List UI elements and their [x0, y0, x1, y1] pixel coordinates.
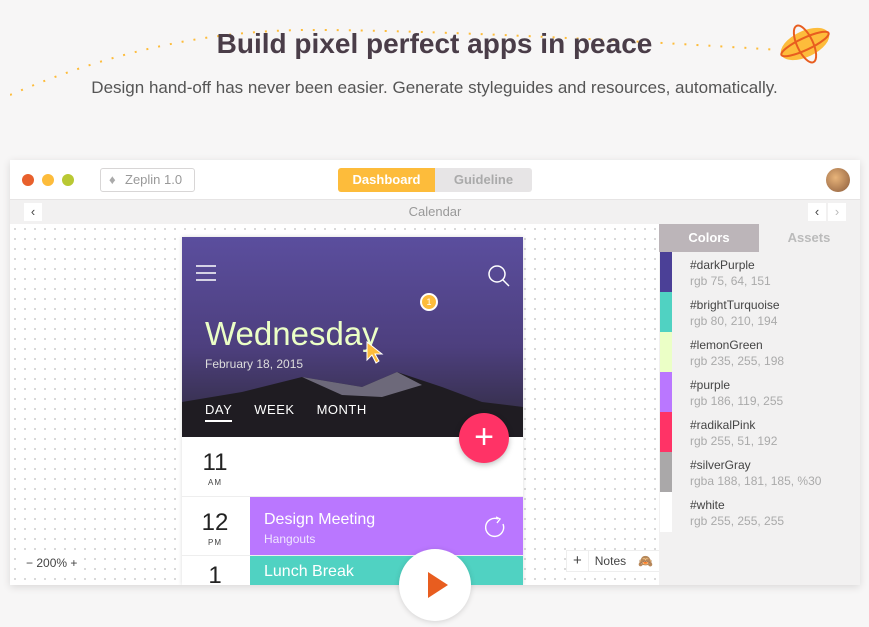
canvas[interactable]: 1 Wednesday February 18, 2015 DAY WEEK M… [10, 224, 661, 585]
menu-icon[interactable] [196, 265, 216, 281]
ampm-label: PM [208, 538, 222, 547]
color-item[interactable]: #darkPurple rgb 75, 64, 151 [659, 252, 860, 292]
search-icon[interactable] [488, 265, 510, 287]
color-swatch [660, 372, 672, 412]
hour-label: 12 [201, 509, 229, 536]
hour-label: 1 [208, 562, 222, 585]
nav-month[interactable]: MONTH [317, 402, 367, 422]
color-item[interactable]: #lemonGreen rgb 235, 255, 198 [659, 332, 860, 372]
color-list: #darkPurple rgb 75, 64, 151 #brightTurquoi… [659, 252, 860, 532]
next-screen-button[interactable]: › [828, 203, 846, 221]
color-name: #radikalPink [690, 418, 756, 432]
color-value: rgb 255, 255, 255 [690, 514, 785, 528]
event-subtitle: Hangouts [264, 532, 316, 546]
day-title: Wednesday [205, 315, 379, 352]
event-lunch-break[interactable]: Lunch Break [250, 556, 523, 585]
app-window: ♦ Zeplin 1.0 Dashboard Guideline Calendar… [10, 160, 860, 585]
add-event-button[interactable]: + [459, 413, 509, 463]
calendar-header: 1 Wednesday February 18, 2015 DAY WEEK M… [182, 237, 523, 437]
color-value: rgb 186, 119, 255 [690, 394, 784, 408]
color-swatch [660, 292, 672, 332]
notes-control: + Notes 🙈 [566, 550, 661, 572]
zoom-level: 200% [36, 556, 68, 570]
date-label: February 18, 2015 [205, 357, 304, 371]
hero-title: Build pixel perfect apps in peace [216, 28, 653, 59]
minimize-window-button[interactable] [42, 174, 54, 186]
screen-bar: Calendar ‹ ‹ › [10, 200, 860, 224]
tab-assets[interactable]: Assets [759, 224, 859, 252]
color-item[interactable]: #silverGray rgba 188, 181, 185, %30 [659, 452, 860, 492]
styleguide-panel: Colors Assets #darkPurple rgb 75, 64, 151 #… [659, 224, 860, 585]
tab-guideline[interactable]: Guideline [435, 168, 532, 192]
color-name: #brightTurquoise [690, 298, 780, 312]
tab-dashboard[interactable]: Dashboard [338, 168, 435, 192]
color-value: rgb 80, 210, 194 [690, 314, 778, 328]
close-window-button[interactable] [22, 174, 34, 186]
hour-label: 11 [202, 449, 228, 476]
zoom-control: − 200% + [22, 554, 82, 572]
add-note-button[interactable]: + [567, 551, 589, 571]
event-title: Lunch Break [264, 563, 354, 580]
zoom-in-button[interactable]: + [70, 556, 77, 570]
calendar-nav: DAY WEEK MONTH [205, 402, 367, 422]
color-name: #silverGray [690, 458, 751, 472]
repeat-icon [484, 516, 505, 538]
tab-colors[interactable]: Colors [659, 224, 759, 252]
ampm-label: AM [208, 478, 222, 487]
color-value: rgba 188, 181, 185, %30 [690, 474, 822, 488]
nav-day[interactable]: DAY [205, 402, 233, 422]
prev-screen-button[interactable]: ‹ [808, 203, 826, 221]
color-swatch [660, 452, 672, 492]
monkey-icon: 🙈 [638, 554, 654, 568]
color-name: #purple [690, 378, 731, 392]
color-swatch [660, 492, 672, 532]
hero-subtitle: Design hand-off has never been easier. G… [91, 78, 778, 97]
calendar-screen: 1 Wednesday February 18, 2015 DAY WEEK M… [182, 237, 523, 585]
color-swatch [660, 252, 672, 292]
color-item[interactable]: #purple rgb 186, 119, 255 [659, 372, 860, 412]
title-bar: ♦ Zeplin 1.0 Dashboard Guideline [10, 160, 860, 200]
zoom-out-button[interactable]: − [26, 556, 33, 570]
color-name: #darkPurple [690, 258, 755, 272]
event-design-meeting[interactable]: Design Meeting Hangouts [250, 497, 523, 555]
color-name: #lemonGreen [690, 338, 763, 352]
color-swatch [660, 412, 672, 452]
time-row: 12 PM Design Meeting Hangouts [182, 497, 523, 556]
color-value: rgb 235, 255, 198 [690, 354, 785, 368]
event-title: Design Meeting [264, 511, 376, 528]
color-value: rgb 255, 51, 192 [690, 434, 778, 448]
time-row: 1 Lunch Break [182, 556, 523, 585]
cursor-icon [366, 341, 384, 364]
notes-button[interactable]: Notes [589, 551, 632, 571]
color-swatch [660, 332, 672, 372]
color-value: rgb 75, 64, 151 [690, 274, 771, 288]
maximize-window-button[interactable] [62, 174, 74, 186]
view-switcher: Dashboard Guideline [338, 168, 532, 192]
play-icon [428, 572, 448, 598]
project-selector[interactable]: ♦ Zeplin 1.0 [100, 168, 195, 192]
back-button[interactable]: ‹ [24, 203, 42, 221]
project-label: Zeplin 1.0 [125, 172, 183, 187]
color-name: #white [690, 498, 725, 512]
color-item[interactable]: #white rgb 255, 255, 255 [659, 492, 860, 532]
note-badge[interactable]: 1 [420, 293, 438, 311]
avatar[interactable] [826, 168, 850, 192]
color-item[interactable]: #radikalPink rgb 255, 51, 192 [659, 412, 860, 452]
zeplin-logo-icon: ♦ [109, 172, 116, 187]
play-video-button[interactable] [399, 549, 471, 621]
color-item[interactable]: #brightTurquoise rgb 80, 210, 194 [659, 292, 860, 332]
screen-title: Calendar [408, 204, 462, 219]
nav-week[interactable]: WEEK [254, 402, 294, 422]
